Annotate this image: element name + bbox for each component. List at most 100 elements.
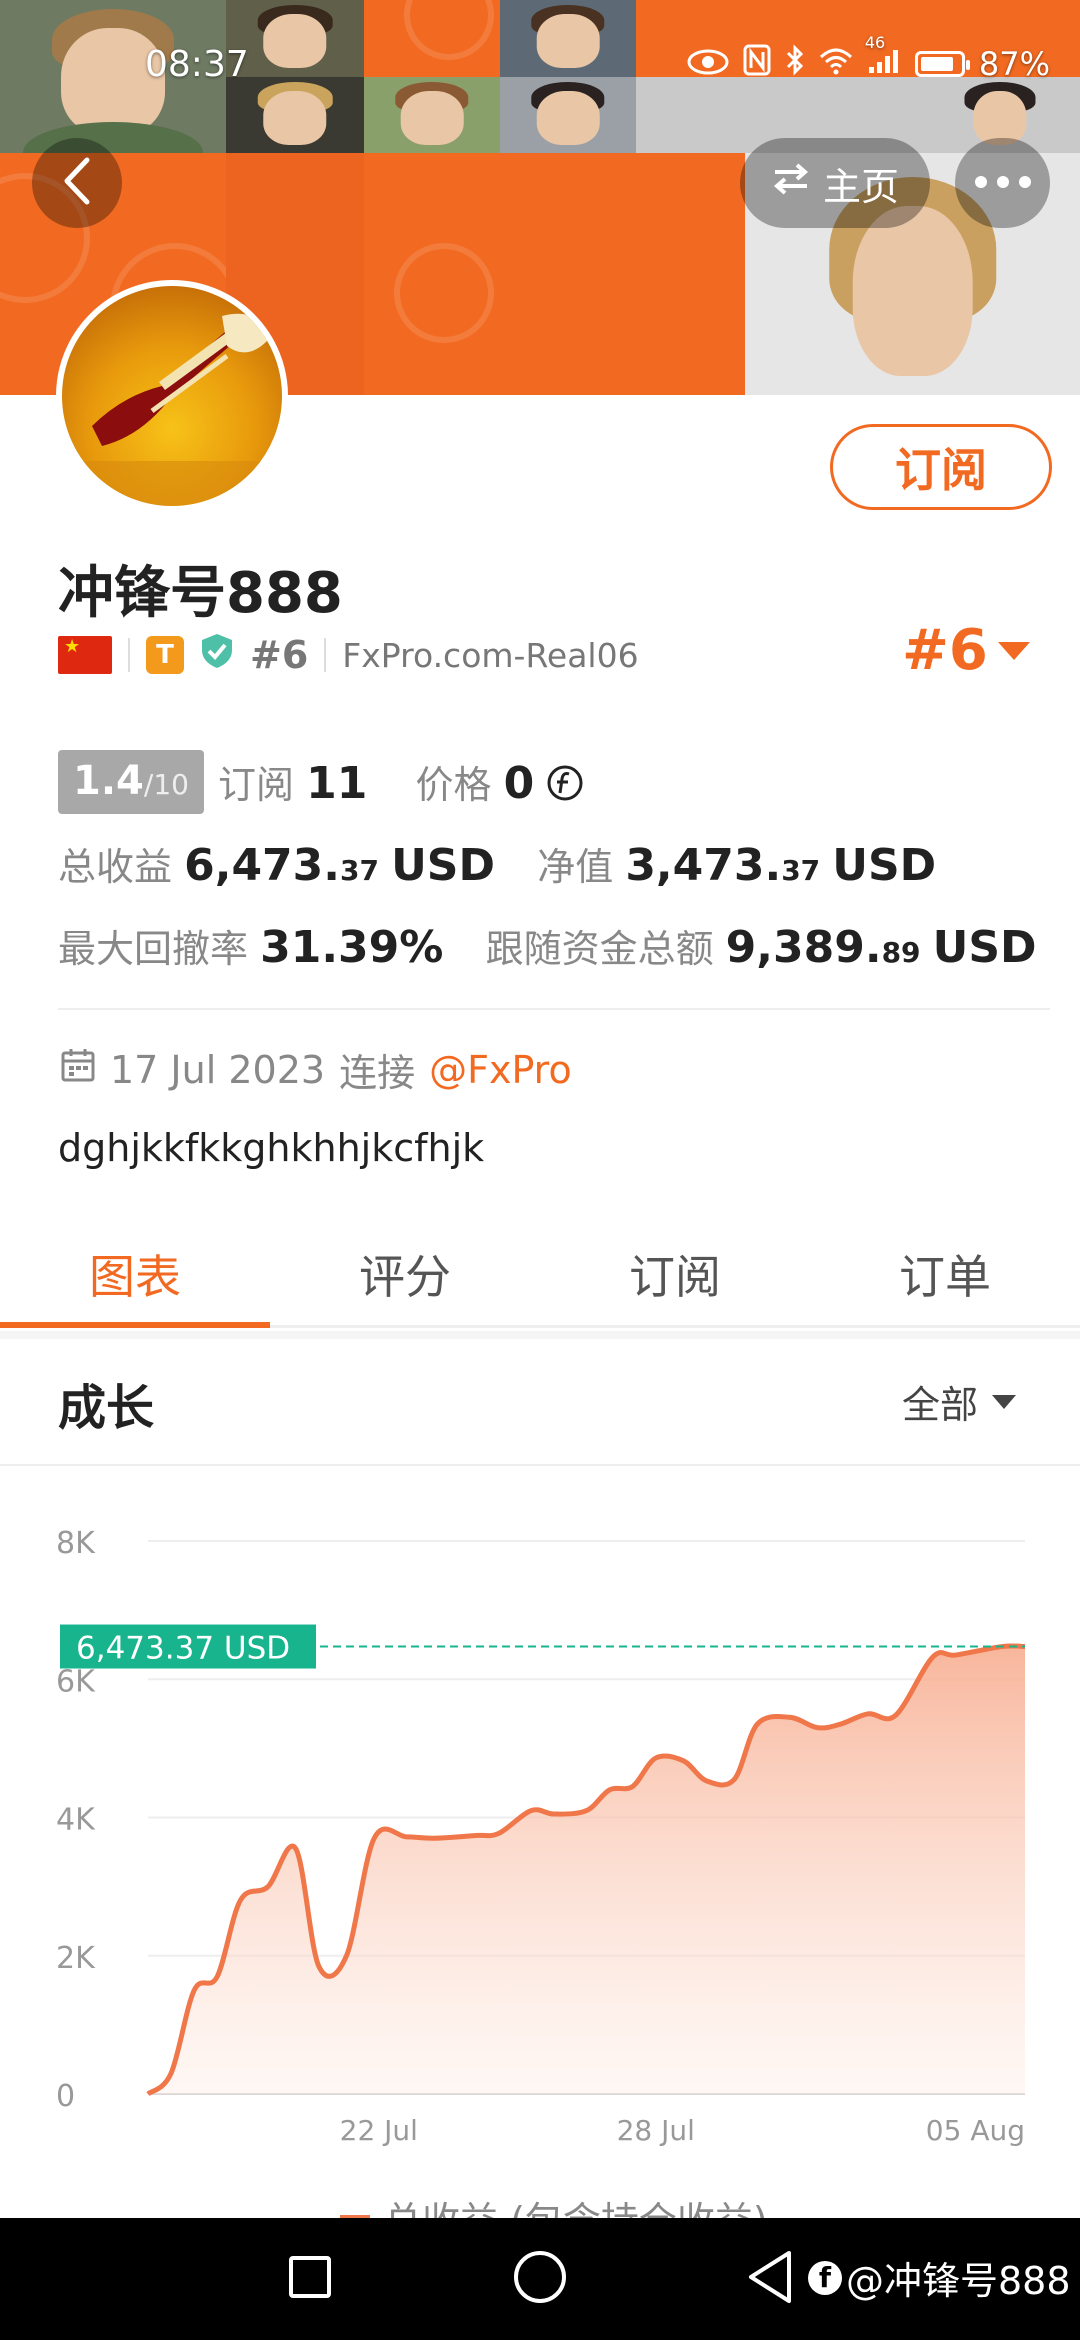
trader-meta: T #6 FxPro.com-Real06 bbox=[58, 630, 639, 680]
caret-down-icon bbox=[997, 641, 1030, 660]
trader-badge-icon: T bbox=[146, 636, 184, 674]
x-tick-label: 22 Jul bbox=[340, 2114, 418, 2147]
bluetooth-icon bbox=[785, 44, 805, 84]
section-divider bbox=[0, 1331, 1080, 1339]
eye-icon bbox=[687, 45, 729, 83]
rank-badge: #6 bbox=[250, 633, 309, 677]
home-nav-button[interactable] bbox=[490, 2218, 590, 2340]
subscribe-count-label: 订阅 bbox=[218, 763, 295, 807]
total-profit-cents: 37 bbox=[340, 854, 379, 887]
growth-title: 成长 bbox=[58, 1380, 155, 1436]
caret-down-icon bbox=[992, 1394, 1017, 1409]
subscribe-count: 11 bbox=[306, 758, 368, 809]
x-tick-label: 05 Aug bbox=[926, 2114, 1025, 2147]
y-tick-label: 4K bbox=[56, 1803, 96, 1838]
equity-cents: 37 bbox=[781, 854, 821, 887]
watermark-text: @冲锋号888 bbox=[846, 2259, 1071, 2303]
watermark: f @冲锋号888 bbox=[808, 2250, 1071, 2305]
divider bbox=[0, 1464, 1080, 1466]
verified-shield-icon bbox=[200, 632, 234, 679]
connect-label: 连接 bbox=[339, 1051, 416, 1095]
status-icons: 46 87% bbox=[687, 33, 1050, 84]
cellular-signal-icon: 46 bbox=[865, 33, 901, 83]
tab-rating[interactable]: 评分 bbox=[270, 1222, 540, 1325]
home-button[interactable]: 主页 bbox=[740, 138, 930, 228]
recents-button[interactable] bbox=[260, 2218, 360, 2340]
back-button[interactable] bbox=[32, 138, 122, 228]
divider bbox=[128, 638, 130, 672]
drawdown-value: 31.39% bbox=[260, 922, 444, 973]
rank-dropdown[interactable]: #6 bbox=[902, 618, 1030, 683]
trader-name: 冲锋号888 bbox=[58, 561, 343, 626]
legend-label: 总收益 (包含持仓收益) bbox=[384, 2190, 768, 2218]
equity-label: 净值 bbox=[537, 845, 614, 889]
y-tick-label: 2K bbox=[56, 1941, 96, 1976]
total-profit-value: 6,473. bbox=[184, 840, 340, 891]
price-value: 0 bbox=[503, 758, 535, 809]
drawdown-stat: 最大回撤率 31.39% 跟随资金总额 9,389.89 USD bbox=[58, 918, 1037, 973]
more-button[interactable] bbox=[955, 138, 1050, 228]
y-tick-label: 0 bbox=[56, 2079, 75, 2114]
connect-date: 17 Jul 2023 bbox=[110, 1047, 326, 1092]
coin-icon bbox=[546, 764, 584, 811]
connection-row: 17 Jul 2023 连接 @FxPro bbox=[60, 1042, 572, 1097]
china-flag-icon bbox=[58, 636, 112, 674]
growth-chart: 0 2K 4K 6K 8K 22 Jul 28 Jul 05 Aug 6,473.37 US… bbox=[56, 1526, 1026, 2147]
follow-funds-value: 9,389. bbox=[725, 922, 882, 973]
y-tick-label: 8K bbox=[56, 1526, 96, 1561]
battery-icon bbox=[914, 51, 970, 77]
x-tick-label: 28 Jul bbox=[617, 2114, 695, 2147]
divider bbox=[58, 1008, 1050, 1010]
range-dropdown[interactable]: 全部 bbox=[902, 1374, 1017, 1429]
broker-link[interactable]: @FxPro bbox=[429, 1048, 572, 1092]
facebook-icon: f bbox=[808, 2260, 842, 2295]
legend-item[interactable]: 总收益 (包含持仓收益) bbox=[340, 2190, 768, 2218]
status-bar: 08:37 46 87% bbox=[0, 0, 1080, 130]
square-icon bbox=[287, 2254, 333, 2304]
triangle-back-icon bbox=[745, 2249, 795, 2309]
circle-icon bbox=[512, 2249, 568, 2309]
bio-text: dghjkkfkkghkhhjkcfhjk bbox=[58, 1126, 485, 1170]
rank-label: #6 bbox=[902, 618, 988, 683]
drawdown-label: 最大回撤率 bbox=[58, 927, 249, 971]
tab-orders[interactable]: 订单 bbox=[810, 1222, 1080, 1325]
calendar-icon bbox=[60, 1047, 96, 1092]
range-label: 全部 bbox=[902, 1383, 979, 1427]
follow-funds-unit: USD bbox=[932, 922, 1037, 973]
tab-bar: 图表 评分 订阅 订单 bbox=[0, 1222, 1080, 1328]
home-label: 主页 bbox=[822, 164, 899, 209]
back-nav-button[interactable] bbox=[720, 2218, 820, 2340]
follow-funds-label: 跟随资金总额 bbox=[485, 927, 714, 971]
clock: 08:37 bbox=[145, 44, 249, 85]
equity-unit: USD bbox=[832, 840, 937, 891]
banner-pattern bbox=[364, 153, 500, 395]
nfc-icon bbox=[743, 44, 771, 84]
score-badge: 1.4 /10 bbox=[58, 750, 204, 814]
score-max: /10 bbox=[143, 768, 189, 801]
total-profit-unit: USD bbox=[391, 840, 496, 891]
y-tick-label: 6K bbox=[56, 1664, 96, 1699]
trumpet-icon bbox=[62, 313, 282, 506]
subscribe-button[interactable]: 订阅 bbox=[830, 424, 1052, 510]
follow-funds-cents: 89 bbox=[881, 936, 921, 969]
avatar[interactable] bbox=[56, 280, 288, 512]
divider bbox=[324, 638, 327, 672]
switch-arrows-icon bbox=[771, 161, 811, 205]
banner-pattern bbox=[500, 153, 745, 395]
network-type: 46 bbox=[864, 33, 886, 52]
current-value-label: 6,473.37 USD bbox=[76, 1631, 290, 1667]
tab-subscribe[interactable]: 订阅 bbox=[540, 1222, 810, 1325]
chart-legend: 总收益 (包含持仓收益) bbox=[0, 2188, 1080, 2218]
total-profit-label: 总收益 bbox=[58, 845, 173, 889]
score-value: 1.4 bbox=[73, 758, 144, 804]
equity-value: 3,473. bbox=[625, 840, 782, 891]
chevron-left-icon bbox=[59, 156, 95, 210]
more-dots-icon bbox=[973, 174, 1033, 193]
total-profit-stat: 总收益 6,473.37 USD 净值 3,473.37 USD bbox=[58, 836, 936, 891]
battery-percent: 87% bbox=[978, 45, 1050, 83]
broker-account: FxPro.com-Real06 bbox=[342, 635, 639, 675]
subscribe-stat: 订阅 11 价格 0 bbox=[218, 754, 584, 811]
price-label: 价格 bbox=[415, 763, 492, 807]
wifi-icon bbox=[819, 45, 853, 83]
tab-chart[interactable]: 图表 bbox=[0, 1222, 270, 1328]
